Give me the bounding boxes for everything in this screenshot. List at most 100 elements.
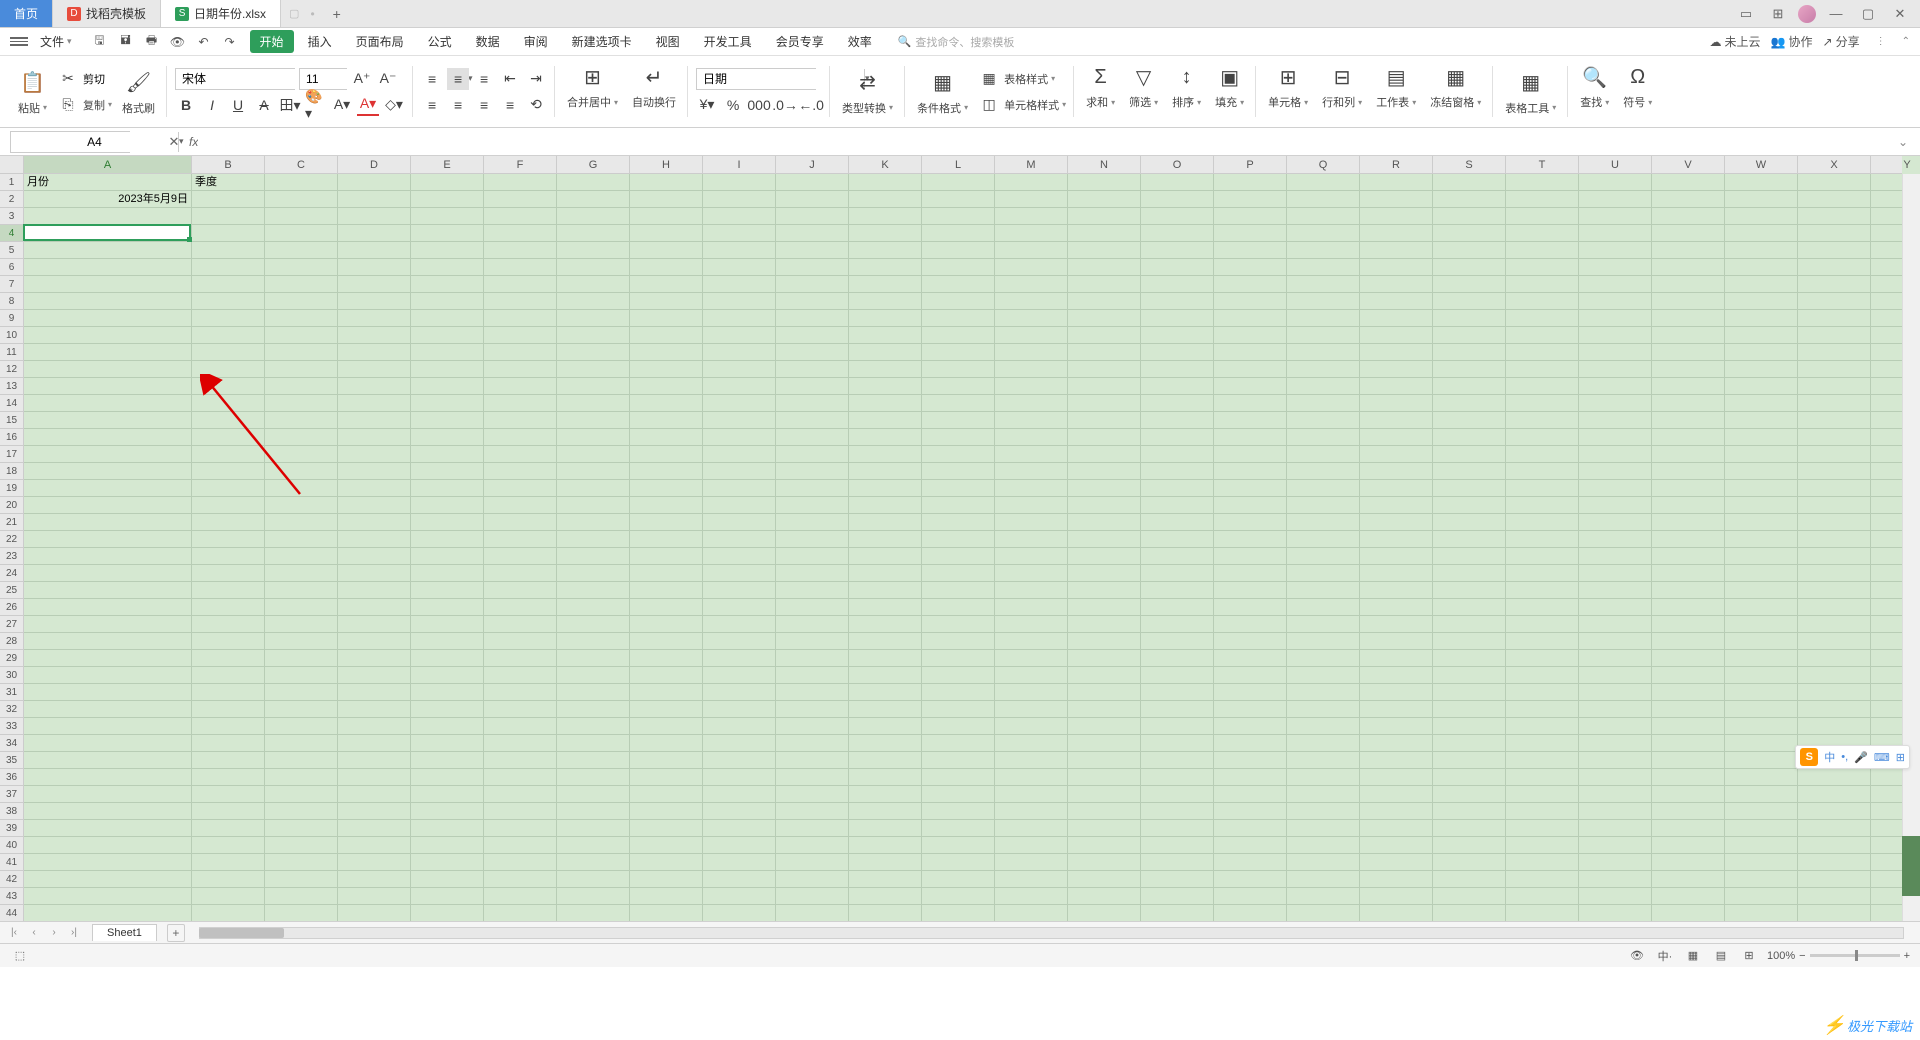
cell[interactable] xyxy=(411,582,484,599)
cell[interactable] xyxy=(411,531,484,548)
select-all-corner[interactable] xyxy=(0,156,24,174)
cell[interactable] xyxy=(1579,803,1652,820)
cell[interactable] xyxy=(1141,293,1214,310)
cell[interactable] xyxy=(1360,361,1433,378)
row-header[interactable]: 9 xyxy=(0,310,23,327)
cell[interactable] xyxy=(1433,259,1506,276)
cell[interactable] xyxy=(1725,633,1798,650)
horizontal-scrollbar[interactable] xyxy=(199,927,1904,939)
cell[interactable] xyxy=(703,667,776,684)
cell[interactable] xyxy=(411,786,484,803)
cell[interactable] xyxy=(1725,650,1798,667)
cell[interactable] xyxy=(484,905,557,921)
row-header[interactable]: 37 xyxy=(0,786,23,803)
cell[interactable] xyxy=(557,191,630,208)
cell[interactable] xyxy=(1579,888,1652,905)
cell[interactable] xyxy=(1798,259,1871,276)
cell[interactable] xyxy=(411,174,484,191)
cell[interactable] xyxy=(995,412,1068,429)
cell[interactable] xyxy=(995,276,1068,293)
cell[interactable] xyxy=(703,225,776,242)
cell[interactable] xyxy=(1287,446,1360,463)
cell[interactable] xyxy=(1652,837,1725,854)
cell[interactable] xyxy=(1360,276,1433,293)
cell[interactable] xyxy=(849,208,922,225)
cell[interactable] xyxy=(1579,276,1652,293)
cell[interactable] xyxy=(1360,582,1433,599)
cell[interactable] xyxy=(192,905,265,921)
cell[interactable] xyxy=(995,429,1068,446)
cell[interactable] xyxy=(922,242,995,259)
cell[interactable] xyxy=(849,769,922,786)
cell[interactable] xyxy=(922,667,995,684)
cell[interactable] xyxy=(630,497,703,514)
cell[interactable] xyxy=(338,378,411,395)
cell[interactable] xyxy=(776,871,849,888)
cell[interactable] xyxy=(630,293,703,310)
cell[interactable] xyxy=(1506,378,1579,395)
cell[interactable] xyxy=(849,667,922,684)
cell[interactable] xyxy=(484,769,557,786)
cell[interactable] xyxy=(1798,837,1871,854)
cell[interactable] xyxy=(1433,803,1506,820)
cell[interactable] xyxy=(703,497,776,514)
cell[interactable] xyxy=(411,293,484,310)
cell[interactable] xyxy=(411,378,484,395)
cell[interactable] xyxy=(557,259,630,276)
cell[interactable] xyxy=(630,684,703,701)
cell[interactable] xyxy=(995,242,1068,259)
cell[interactable] xyxy=(703,616,776,633)
cell[interactable] xyxy=(1506,837,1579,854)
cell[interactable] xyxy=(1506,616,1579,633)
cell[interactable] xyxy=(1214,514,1287,531)
table-style-icon[interactable]: ▦ xyxy=(978,68,1000,90)
cell[interactable] xyxy=(557,310,630,327)
cell[interactable] xyxy=(24,718,192,735)
cell[interactable] xyxy=(411,565,484,582)
cell[interactable] xyxy=(630,174,703,191)
cell[interactable] xyxy=(1506,361,1579,378)
print-preview-icon[interactable]: 👁 xyxy=(168,32,188,52)
align-middle-icon[interactable]: ≡ xyxy=(447,68,469,90)
cell[interactable] xyxy=(1068,531,1141,548)
cell[interactable] xyxy=(192,871,265,888)
cell[interactable] xyxy=(1141,327,1214,344)
cell[interactable] xyxy=(192,854,265,871)
cell[interactable] xyxy=(776,769,849,786)
cell[interactable] xyxy=(1579,446,1652,463)
cell[interactable] xyxy=(557,429,630,446)
cell[interactable] xyxy=(1725,293,1798,310)
cell[interactable] xyxy=(1360,905,1433,921)
col-header[interactable]: V xyxy=(1652,156,1725,173)
cell[interactable] xyxy=(849,548,922,565)
cell[interactable] xyxy=(776,327,849,344)
cell[interactable] xyxy=(1652,616,1725,633)
cell[interactable] xyxy=(995,684,1068,701)
cell[interactable] xyxy=(1798,514,1871,531)
cell[interactable] xyxy=(1579,769,1652,786)
cell[interactable] xyxy=(1798,531,1871,548)
cell[interactable] xyxy=(1579,497,1652,514)
cell[interactable] xyxy=(849,191,922,208)
cell[interactable] xyxy=(1360,259,1433,276)
cell[interactable] xyxy=(630,565,703,582)
cell[interactable] xyxy=(1506,871,1579,888)
cell[interactable] xyxy=(1579,599,1652,616)
cell[interactable] xyxy=(265,905,338,921)
cell[interactable] xyxy=(1287,480,1360,497)
cell[interactable] xyxy=(1506,599,1579,616)
cell[interactable] xyxy=(192,837,265,854)
cell[interactable] xyxy=(1725,565,1798,582)
cell[interactable] xyxy=(922,854,995,871)
cell[interactable] xyxy=(1433,225,1506,242)
cell[interactable] xyxy=(1068,259,1141,276)
cell[interactable] xyxy=(922,684,995,701)
row-header[interactable]: 36 xyxy=(0,769,23,786)
cell[interactable] xyxy=(24,905,192,921)
cell[interactable] xyxy=(557,854,630,871)
cell[interactable] xyxy=(1141,446,1214,463)
cell[interactable] xyxy=(995,633,1068,650)
cell[interactable] xyxy=(922,888,995,905)
cell[interactable] xyxy=(630,548,703,565)
cell[interactable] xyxy=(995,667,1068,684)
